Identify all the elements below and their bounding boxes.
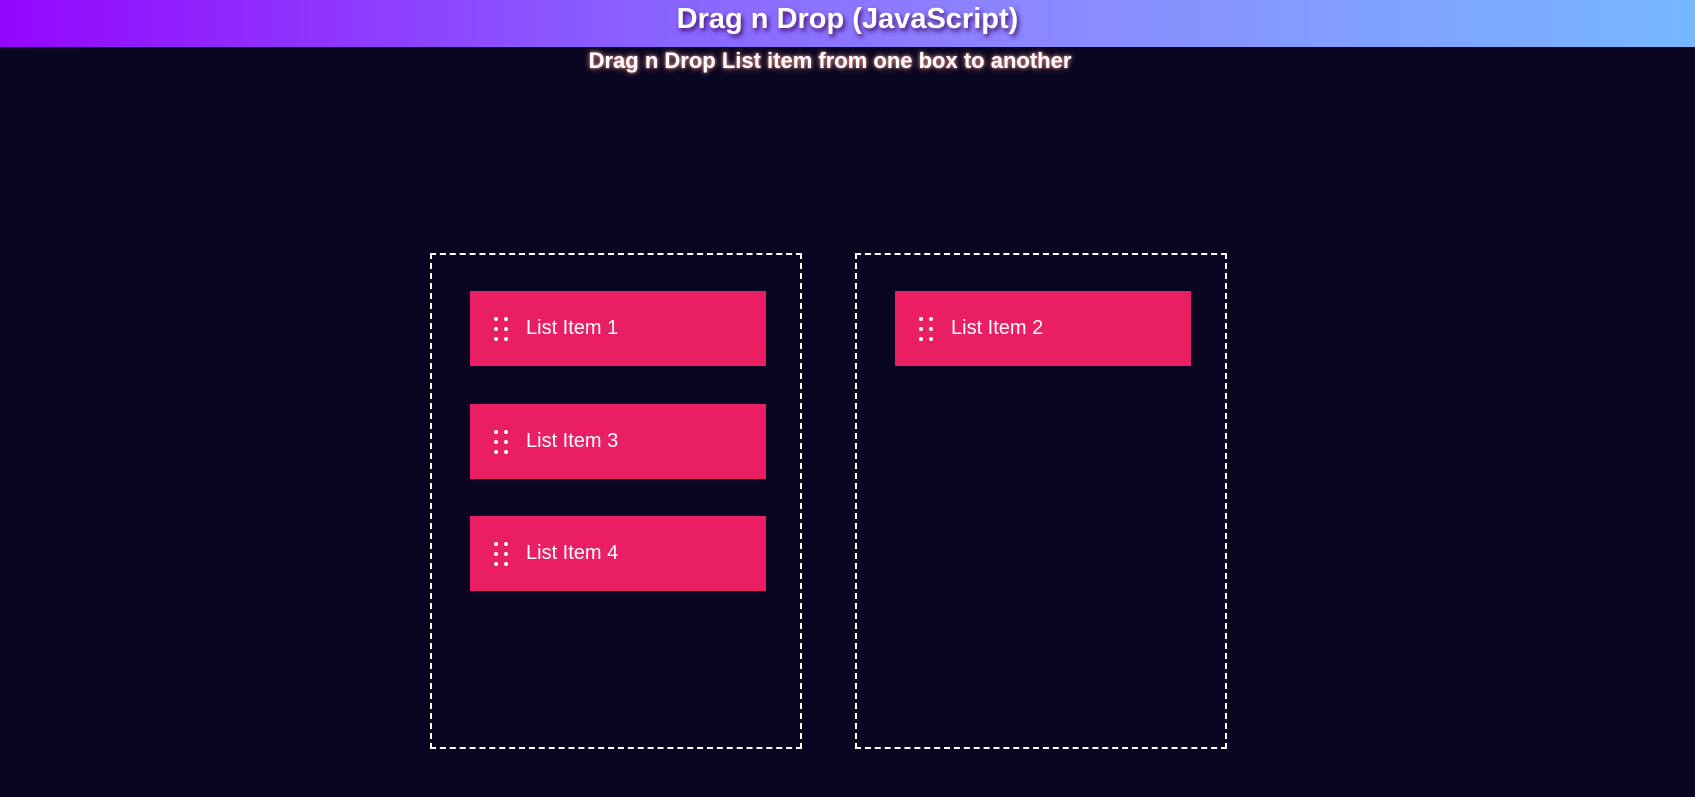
drop-box-right[interactable]: List Item 2 [855, 253, 1227, 749]
list-item[interactable]: List Item 1 [470, 291, 766, 366]
list-item[interactable]: List Item 3 [470, 404, 766, 479]
page-header: Drag n Drop (JavaScript) [0, 0, 1695, 47]
page-title: Drag n Drop (JavaScript) [676, 3, 1019, 35]
list-item-label: List Item 3 [526, 430, 619, 452]
drag-handle-icon[interactable] [919, 316, 933, 341]
list-item[interactable]: List Item 4 [470, 516, 766, 591]
drag-handle-icon[interactable] [494, 429, 508, 454]
drop-box-left[interactable]: List Item 1 List Item 3 List Item 4 [430, 253, 802, 749]
list-item-label: List Item 4 [526, 542, 619, 564]
drag-handle-icon[interactable] [494, 316, 508, 341]
page-subtitle: Drag n Drop List item from one box to an… [588, 48, 1072, 73]
list-item-label: List Item 2 [951, 317, 1044, 339]
list-item-label: List Item 1 [526, 317, 619, 339]
drag-handle-icon[interactable] [494, 541, 508, 566]
list-item[interactable]: List Item 2 [895, 291, 1191, 366]
